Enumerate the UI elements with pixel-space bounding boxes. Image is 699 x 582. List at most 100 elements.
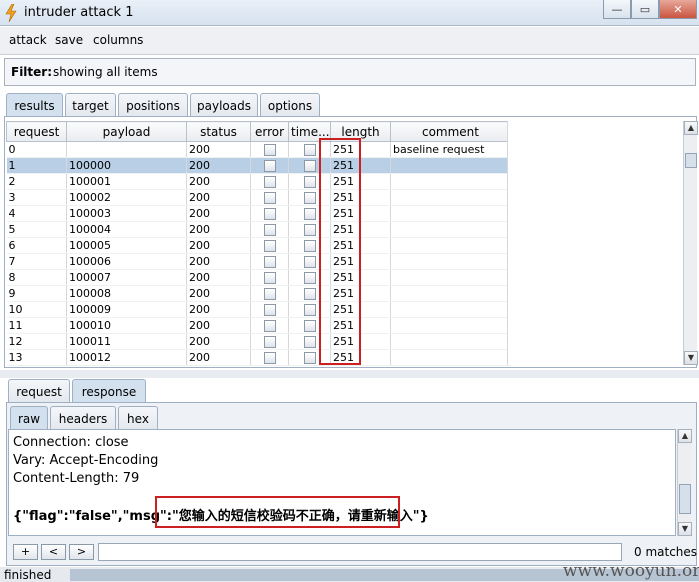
menu-columns[interactable]: columns	[93, 33, 143, 47]
cell-request: 1	[6, 157, 67, 174]
tab-response[interactable]: response	[72, 379, 146, 403]
filter-bar[interactable]: Filter: showing all items	[4, 58, 696, 86]
error-checkbox[interactable]	[263, 160, 276, 172]
cell-request: 6	[6, 237, 67, 254]
menu-bar: attack save columns	[0, 27, 699, 55]
error-checkbox[interactable]	[263, 144, 276, 156]
tab-payloads[interactable]: payloads	[190, 93, 258, 117]
table-row[interactable]: 7 100006 200 251	[6, 253, 511, 270]
timeout-checkbox[interactable]	[303, 144, 316, 156]
error-checkbox[interactable]	[263, 256, 276, 268]
error-checkbox[interactable]	[263, 240, 276, 252]
search-add-button[interactable]: +	[13, 544, 38, 560]
col-header-request[interactable]: request	[6, 121, 67, 142]
title-bar: intruder attack 1 — ▭ ✕	[0, 0, 699, 26]
col-header-comment[interactable]: comment	[390, 121, 511, 142]
table-row[interactable]: 0 200 251 baseline request	[6, 141, 511, 158]
cell-request: 12	[6, 333, 67, 350]
error-checkbox[interactable]	[263, 352, 276, 364]
cell-request: 13	[6, 349, 67, 366]
cell-request: 7	[6, 253, 67, 270]
table-row[interactable]: 13 100012 200 251	[6, 349, 511, 366]
timeout-checkbox[interactable]	[303, 320, 316, 332]
timeout-checkbox[interactable]	[303, 160, 316, 172]
timeout-checkbox[interactable]	[303, 304, 316, 316]
search-prev-button[interactable]: <	[41, 544, 66, 560]
tab-hex[interactable]: hex	[118, 406, 158, 430]
cell-comment	[390, 205, 511, 222]
timeout-checkbox[interactable]	[303, 192, 316, 204]
timeout-checkbox[interactable]	[303, 208, 316, 220]
error-checkbox[interactable]	[263, 304, 276, 316]
scroll-down-icon[interactable]: ▼	[684, 351, 698, 365]
restore-button[interactable]: ▭	[631, 0, 659, 19]
col-header-payload[interactable]: payload	[66, 121, 187, 142]
lightning-icon	[5, 4, 17, 22]
table-row[interactable]: 2 100001 200 251	[6, 173, 511, 190]
search-input[interactable]	[98, 543, 622, 561]
timeout-checkbox[interactable]	[303, 272, 316, 284]
timeout-checkbox[interactable]	[303, 224, 316, 236]
error-checkbox[interactable]	[263, 176, 276, 188]
cell-error	[250, 221, 289, 238]
table-row[interactable]: 11 100010 200 251	[6, 317, 511, 334]
error-checkbox[interactable]	[263, 192, 276, 204]
filter-label: Filter:	[11, 65, 53, 79]
cell-payload: 100005	[66, 237, 187, 254]
search-matches: 0 matches	[634, 545, 698, 559]
cell-error	[250, 269, 289, 286]
status-text: finished	[4, 568, 52, 582]
tab-options[interactable]: options	[260, 93, 320, 117]
close-button[interactable]: ✕	[659, 0, 697, 19]
table-row[interactable]: 12 100011 200 251	[6, 333, 511, 350]
error-checkbox[interactable]	[263, 208, 276, 220]
tab-target[interactable]: target	[65, 93, 116, 117]
tab-request[interactable]: request	[8, 379, 70, 403]
split-divider[interactable]	[0, 370, 699, 378]
table-row[interactable]: 1 100000 200 251	[6, 157, 511, 174]
timeout-checkbox[interactable]	[303, 240, 316, 252]
table-row[interactable]: 8 100007 200 251	[6, 269, 511, 286]
cell-error	[250, 189, 289, 206]
table-row[interactable]: 6 100005 200 251	[6, 237, 511, 254]
error-checkbox[interactable]	[263, 288, 276, 300]
cell-status: 200	[186, 205, 251, 222]
menu-save[interactable]: save	[55, 33, 83, 47]
cell-status: 200	[186, 317, 251, 334]
table-row[interactable]: 10 100009 200 251	[6, 301, 511, 318]
cell-comment: baseline request	[390, 141, 511, 158]
minimize-button[interactable]: —	[603, 0, 631, 19]
menu-attack[interactable]: attack	[9, 33, 47, 47]
table-row[interactable]: 4 100003 200 251	[6, 205, 511, 222]
tab-headers[interactable]: headers	[50, 406, 116, 430]
cell-comment	[390, 221, 511, 238]
table-row[interactable]: 9 100008 200 251	[6, 285, 511, 302]
tab-positions[interactable]: positions	[118, 93, 188, 117]
search-next-button[interactable]: >	[69, 544, 94, 560]
error-checkbox[interactable]	[263, 224, 276, 236]
error-checkbox[interactable]	[263, 272, 276, 284]
cell-error	[250, 333, 289, 350]
response-scrollbar[interactable]: ▲ ▼	[677, 429, 692, 536]
table-row[interactable]: 5 100004 200 251	[6, 221, 511, 238]
tab-results[interactable]: results	[6, 93, 63, 117]
timeout-checkbox[interactable]	[303, 176, 316, 188]
timeout-checkbox[interactable]	[303, 288, 316, 300]
response-scroll-down-icon[interactable]: ▼	[678, 522, 692, 536]
results-scrollbar[interactable]: ▲ ▼	[683, 121, 698, 365]
timeout-checkbox[interactable]	[303, 256, 316, 268]
timeout-checkbox[interactable]	[303, 352, 316, 364]
col-header-status[interactable]: status	[186, 121, 251, 142]
scroll-up-icon[interactable]: ▲	[684, 121, 698, 135]
table-row[interactable]: 3 100002 200 251	[6, 189, 511, 206]
timeout-checkbox[interactable]	[303, 336, 316, 348]
error-checkbox[interactable]	[263, 320, 276, 332]
cell-error	[250, 253, 289, 270]
cell-payload: 100002	[66, 189, 187, 206]
tab-raw[interactable]: raw	[10, 406, 48, 430]
response-scroll-up-icon[interactable]: ▲	[678, 429, 692, 443]
col-header-error[interactable]: error	[250, 121, 289, 142]
error-checkbox[interactable]	[263, 336, 276, 348]
response-scroll-thumb[interactable]	[679, 484, 691, 514]
scroll-thumb[interactable]	[685, 153, 697, 168]
